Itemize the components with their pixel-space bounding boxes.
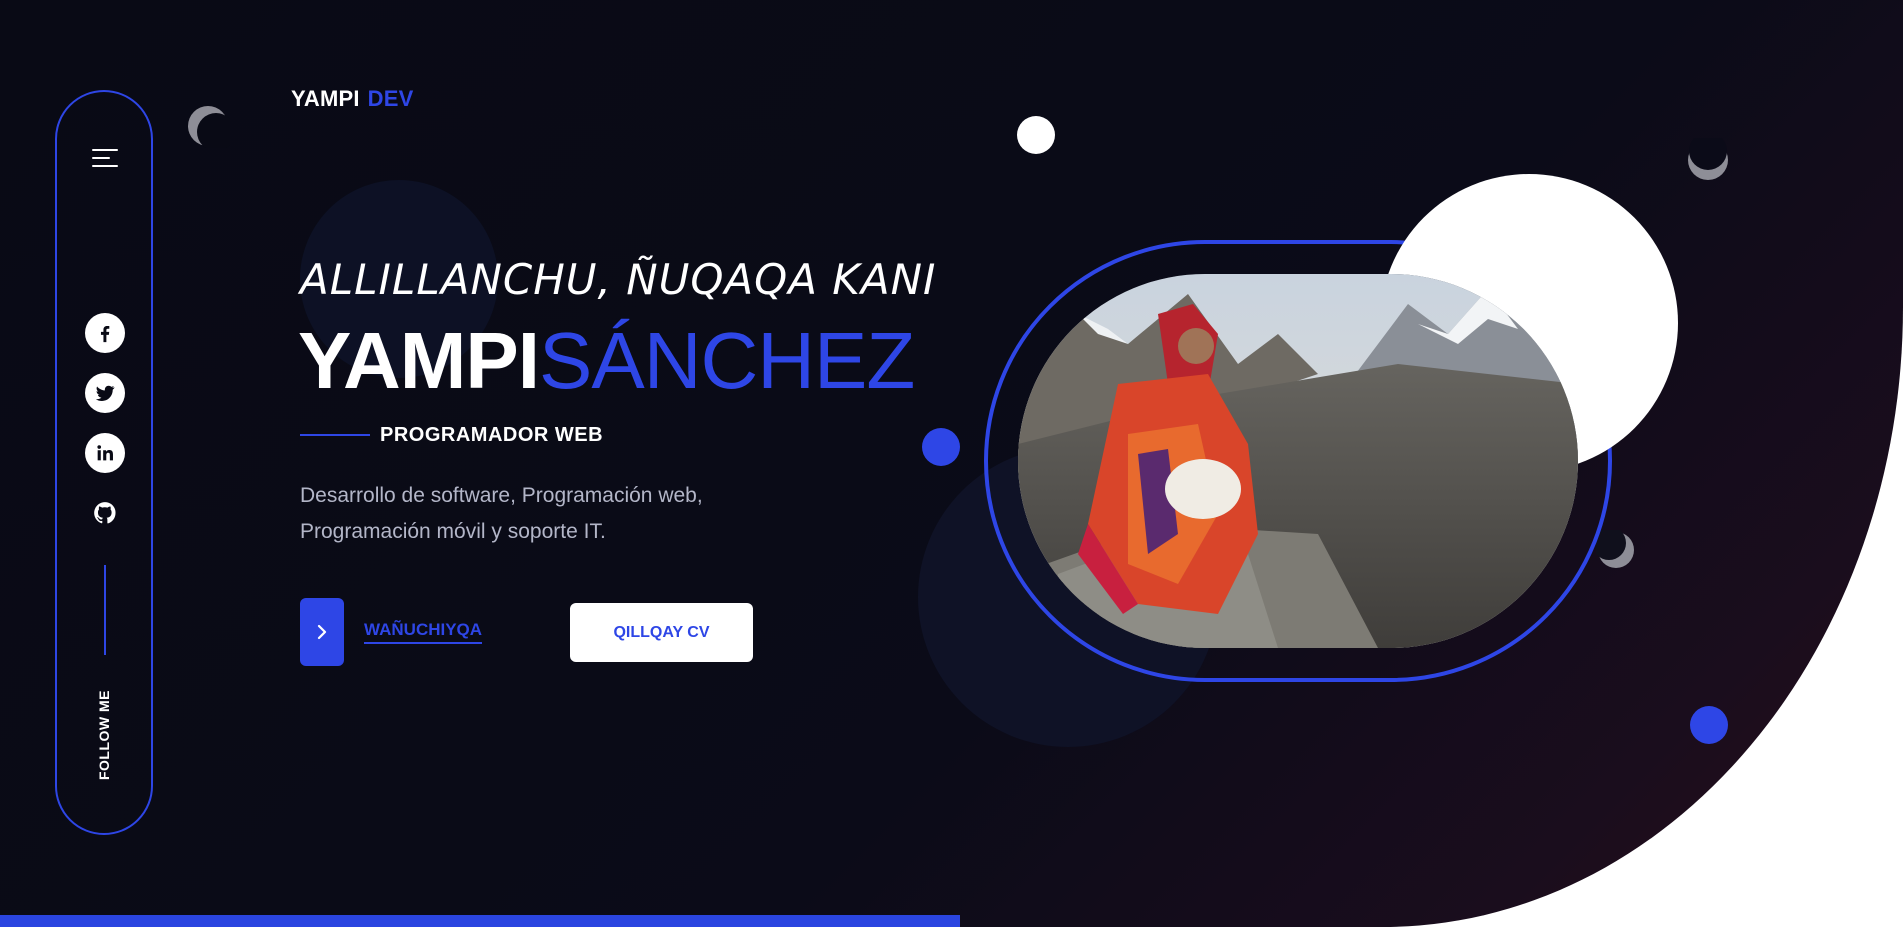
follow-me-label: FOLLOW ME (96, 689, 112, 781)
hamburger-menu-icon (92, 157, 110, 159)
crescent-moon-decor-right (1688, 138, 1728, 180)
facebook-link[interactable] (85, 313, 125, 353)
facebook-icon (100, 325, 110, 343)
hamburger-menu-icon (92, 165, 118, 167)
github-icon (94, 502, 116, 524)
crescent-moon-decor (188, 106, 230, 148)
white-dot-decor (1017, 116, 1055, 154)
hero-last-name: SÁNCHEZ (539, 316, 915, 405)
hero-description: Desarrollo de software, Programación web… (300, 478, 820, 550)
page: FOLLOW ME YAMPI DEV ALLILLANCHU, ÑUQAQA K… (0, 0, 1903, 927)
github-link[interactable] (85, 493, 125, 533)
contact-arrow-button[interactable] (300, 598, 344, 666)
linkedin-link[interactable] (85, 433, 125, 473)
contact-link[interactable]: WAÑUCHIYQA (364, 620, 483, 644)
description-line-1: Desarrollo de software, Programación web… (300, 484, 703, 507)
hamburger-menu-button[interactable] (90, 146, 120, 170)
hamburger-menu-icon (92, 149, 118, 151)
role-divider (300, 434, 370, 436)
download-cv-button[interactable]: QILLQAY CV (570, 603, 753, 662)
greeting-heading: ALLILLANCHU, ÑUQAQA KANI (300, 255, 937, 304)
blue-dot-decor-right (1690, 706, 1728, 744)
profile-photo (1018, 274, 1578, 648)
hero-name: YAMPISÁNCHEZ (298, 316, 915, 406)
description-line-2: Programación móvil y soporte IT. (300, 520, 606, 543)
profile-photo-illustration (1018, 274, 1578, 648)
logo-accent: DEV (367, 86, 414, 111)
hero-background (0, 0, 1903, 927)
bottom-accent-bar (0, 915, 960, 927)
blue-dot-decor-left (922, 428, 960, 466)
twitter-icon (95, 385, 115, 401)
site-logo[interactable]: YAMPI DEV (291, 86, 414, 112)
linkedin-icon (97, 445, 113, 461)
hero-first-name: YAMPI (298, 316, 540, 405)
role-title: PROGRAMADOR WEB (380, 424, 604, 446)
chevron-right-icon (317, 624, 327, 640)
sidebar-divider (104, 565, 106, 655)
crescent-moon-decor-mid (1596, 530, 1634, 568)
logo-name: YAMPI (291, 86, 360, 111)
twitter-link[interactable] (85, 373, 125, 413)
